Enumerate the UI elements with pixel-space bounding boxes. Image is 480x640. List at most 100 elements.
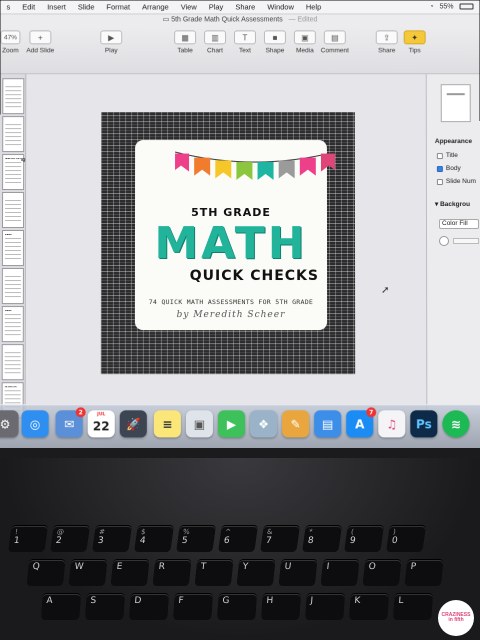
media-button[interactable]: ▣ Media — [290, 30, 320, 54]
add-slide-button[interactable]: + Add Slide — [26, 30, 54, 54]
menu-format[interactable]: Format — [100, 3, 136, 12]
menu-slide[interactable]: Slide — [72, 3, 101, 12]
slide-thumbnail-preview — [5, 159, 21, 185]
slide-thumbnail[interactable] — [2, 344, 24, 380]
keyboard-key: L — [393, 594, 433, 620]
calendar-icon[interactable]: JUL 22 — [88, 410, 115, 437]
slide-thumbnail[interactable] — [2, 268, 24, 304]
share-label: Share — [378, 47, 395, 54]
preview-icon[interactable]: ▣ — [186, 410, 213, 437]
chart-button[interactable]: ▥ Chart — [200, 30, 230, 54]
menu-share[interactable]: Share — [229, 3, 261, 12]
zoom-control[interactable]: 47% Zoom — [0, 30, 20, 54]
system-preferences-icon[interactable]: ⚙ — [0, 410, 19, 437]
key-label: Y — [242, 562, 249, 572]
color-swatch[interactable] — [439, 236, 449, 246]
pages-icon[interactable]: ✎ — [282, 410, 309, 437]
apple-menu-icon[interactable]: s — [1, 3, 17, 12]
tips-label: Tips — [409, 47, 421, 54]
play-button[interactable]: ▶ Play — [100, 30, 122, 54]
title-checkbox-row[interactable]: Title — [437, 152, 458, 159]
slide-canvas[interactable]: 5TH GRADE MATH QUICK CHECKS 74 QUICK MAT… — [26, 74, 427, 414]
zoom-value[interactable]: 47% — [0, 30, 20, 44]
keyboard-key: % 5 — [176, 526, 216, 552]
menu-view[interactable]: View — [175, 3, 203, 12]
key-label: J — [310, 596, 313, 606]
keyboard-key: Q — [27, 560, 66, 586]
key-label: P — [410, 562, 416, 572]
key-label: 5 — [181, 536, 188, 546]
bunting-banner — [175, 148, 335, 184]
zoom-label: Zoom — [2, 47, 19, 54]
cover-author: by Meredith Scheer — [135, 310, 327, 320]
body-checkbox[interactable] — [437, 166, 443, 172]
shape-button[interactable]: ■ Shape — [260, 30, 290, 54]
itunes-icon[interactable]: ♫ — [378, 410, 405, 437]
spotify-icon[interactable]: ≋ — [442, 410, 469, 437]
title-checkbox[interactable] — [437, 153, 443, 159]
photoshop-icon[interactable]: Ps — [410, 410, 437, 437]
key-label: 3 — [97, 536, 104, 546]
window-titlebar: ▭ 5th Grade Math Quick Assessments — Edi… — [0, 14, 479, 26]
status-menu: ◔ 55% — [429, 3, 479, 10]
keyboard-key: I — [321, 560, 360, 586]
menu-arrange[interactable]: Arrange — [136, 3, 175, 12]
comment-button[interactable]: ▤ Comment — [320, 30, 350, 54]
text-button[interactable]: T Text — [230, 30, 260, 54]
body-checkbox-row[interactable]: Body — [437, 165, 461, 172]
slide-thumbnail[interactable]: ITE — [2, 306, 24, 342]
share-button[interactable]: ⇪ Share — [376, 30, 398, 54]
menu-edit[interactable]: Edit — [16, 3, 41, 12]
play-label: Play — [105, 47, 118, 54]
slide-thumbnail-preview — [5, 235, 21, 261]
plus-icon: + — [29, 30, 51, 44]
notes-icon[interactable]: ≡ — [154, 410, 181, 437]
key-label: 0 — [391, 536, 398, 546]
shape-label: Shape — [266, 47, 285, 54]
table-button[interactable]: ▦ Table — [170, 30, 200, 54]
key-label: H — [266, 596, 273, 606]
bunting-flag — [194, 158, 210, 176]
key-label: I — [326, 562, 330, 572]
menu-help[interactable]: Help — [300, 3, 327, 12]
photos-icon[interactable]: ❖ — [250, 410, 277, 437]
slide-thumbnail[interactable]: ITE — [2, 230, 24, 266]
app-store-icon[interactable]: A7 — [346, 410, 373, 437]
slide-thumbnail[interactable] — [2, 192, 24, 228]
key-label: S — [90, 596, 96, 606]
fill-type-select[interactable]: Color Fill — [439, 219, 479, 229]
keyboard-key: A — [41, 594, 81, 620]
mail-icon[interactable]: ✉ 2 — [56, 410, 83, 437]
app-store-badge: 7 — [366, 407, 376, 417]
menu-play[interactable]: Play — [203, 3, 230, 12]
color-well[interactable] — [453, 238, 479, 244]
menu-window[interactable]: Window — [261, 3, 300, 12]
launchpad-rocket-icon[interactable]: 🚀 — [120, 410, 147, 437]
menu-insert[interactable]: Insert — [41, 3, 72, 12]
tips-button[interactable]: ✦ Tips — [404, 30, 426, 54]
keyboard-key: ) 0 — [386, 526, 426, 552]
cover-card[interactable]: 5TH GRADE MATH QUICK CHECKS 74 QUICK MAT… — [135, 140, 327, 330]
battery-icon[interactable] — [460, 3, 474, 9]
slide-thumbnail[interactable]: TECHNIQ — [2, 154, 24, 190]
safari-icon[interactable]: ◎ — [22, 410, 49, 437]
slide-number-checkbox-row[interactable]: Slide Num — [437, 178, 476, 185]
slide-layout-thumbnail[interactable] — [441, 84, 471, 122]
keyboard-key: F — [173, 594, 213, 620]
slide-thumbnail-preview — [5, 83, 21, 109]
slide-thumbnail-preview — [5, 311, 21, 337]
key-label: 2 — [55, 536, 62, 546]
background-heading-text: Backgrou — [440, 201, 470, 208]
slide-thumbnail[interactable] — [2, 78, 24, 114]
slide-thumbnail[interactable] — [2, 116, 24, 152]
current-slide[interactable]: 5TH GRADE MATH QUICK CHECKS 74 QUICK MAT… — [101, 112, 355, 374]
slide-number-checkbox[interactable] — [437, 179, 443, 185]
facetime-icon[interactable]: ▶ — [218, 410, 245, 437]
cover-product: QUICK CHECKS — [135, 268, 327, 284]
dock: ⚙ ◎ ✉ 2 JUL 22 🚀 ≡ ▣ ▶ ❖ ✎ ▤ A7 ♫ Ps ≋ — [0, 404, 480, 448]
keynote-icon[interactable]: ▤ — [314, 410, 341, 437]
wifi-icon[interactable]: ◔ — [429, 3, 433, 10]
key-label: U — [284, 562, 292, 572]
keyboard-key: O — [363, 560, 402, 586]
slide-thumbnail-preview — [5, 273, 21, 299]
